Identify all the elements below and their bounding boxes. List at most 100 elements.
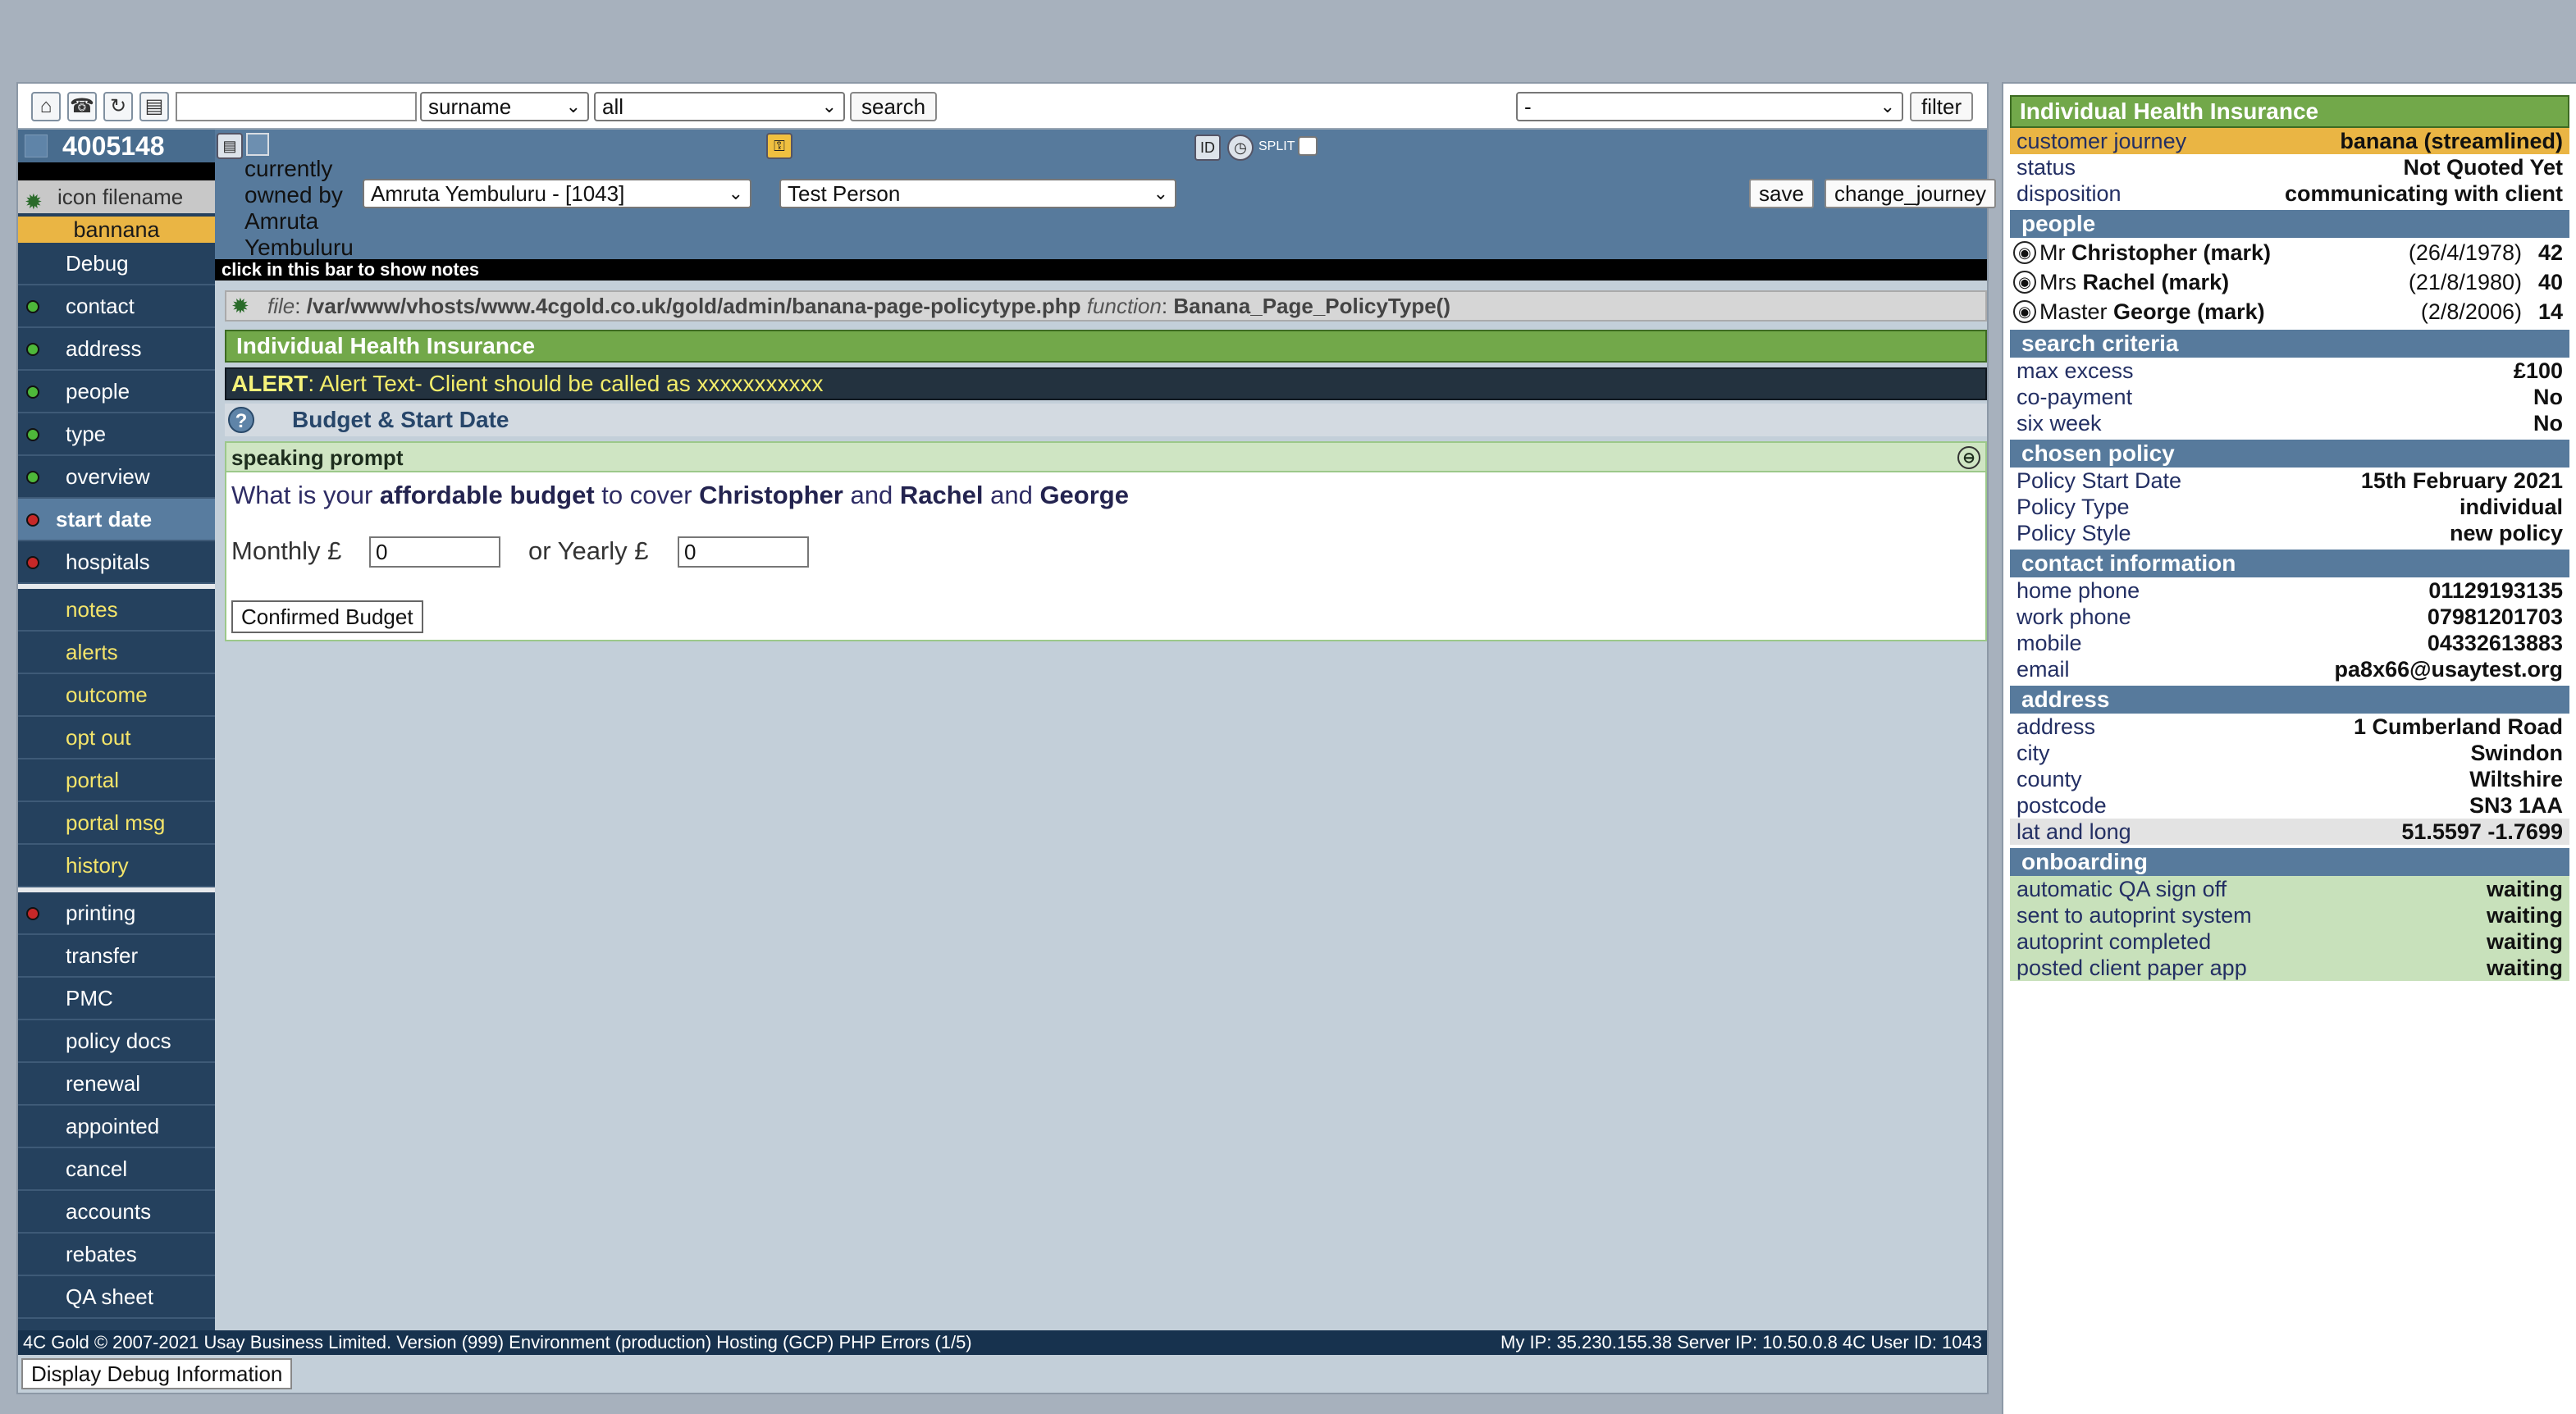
summary-row: disposition communicating with client xyxy=(2010,180,2569,207)
save-button[interactable]: save xyxy=(1749,179,1814,208)
contact-row: work phone 07981201703 xyxy=(2010,604,2569,630)
onboarding-label: automatic QA sign off xyxy=(2016,877,2227,901)
sidebar-item-cancel[interactable]: cancel xyxy=(18,1148,215,1191)
status-dot-icon xyxy=(26,343,39,356)
lock-icon[interactable]: ⚿ xyxy=(766,133,792,159)
search-field-select[interactable]: surname ⌄ xyxy=(420,92,589,121)
sidebar-item-renewal[interactable]: renewal xyxy=(18,1063,215,1106)
contact-label: email xyxy=(2016,657,2070,682)
person-row[interactable]: ◉ Mr Christopher (mark) (26/4/1978) 42 xyxy=(2010,238,2569,267)
product-title: Individual Health Insurance xyxy=(225,330,1987,363)
contact-label: work phone xyxy=(2016,604,2131,629)
filter-button[interactable]: filter xyxy=(1910,92,1974,121)
sidebar-item-accounts[interactable]: accounts xyxy=(18,1191,215,1234)
home-icon[interactable]: ⌂ xyxy=(31,92,61,121)
client-id: 4005148 xyxy=(18,130,215,162)
speaking-prompt-header: speaking prompt ⊖ xyxy=(226,443,1985,472)
sidebar-item-label: address xyxy=(66,336,142,361)
policy-value: 15th February 2021 xyxy=(2360,468,2563,493)
confirmed-budget-button[interactable]: Confirmed Budget xyxy=(231,600,423,633)
document-icon[interactable]: ▤ xyxy=(139,92,169,121)
sidebar-item-label: hospitals xyxy=(66,550,150,574)
split-label[interactable]: SPLIT xyxy=(1258,139,1295,154)
person-select[interactable]: Test Person ⌄ xyxy=(779,179,1176,208)
person-avatar-icon: ◉ xyxy=(2013,271,2036,294)
notes-toggle-icon[interactable]: ▤ xyxy=(217,133,243,159)
address-row: address 1 Cumberland Road xyxy=(2010,714,2569,740)
contact-row: home phone 01129193135 xyxy=(2010,577,2569,604)
display-debug-button[interactable]: Display Debug Information xyxy=(21,1358,293,1389)
sidebar-item-address[interactable]: address xyxy=(18,328,215,371)
person-age: 42 xyxy=(2537,240,2563,265)
summary-label: disposition xyxy=(2016,181,2122,206)
sidebar-item-pmc[interactable]: PMC xyxy=(18,978,215,1020)
search-button[interactable]: search xyxy=(850,92,938,121)
address-label: lat and long xyxy=(2016,819,2131,844)
sidebar-item-qa-sheet[interactable]: QA sheet xyxy=(18,1276,215,1319)
filter-select[interactable]: - ⌄ xyxy=(1516,92,1903,121)
contact-value: 04332613883 xyxy=(2427,631,2563,655)
person-dob: (21/8/1980) xyxy=(2408,270,2522,294)
monthly-budget-input[interactable]: 0 xyxy=(369,536,500,568)
search-scope-select[interactable]: all ⌄ xyxy=(594,92,845,121)
notes-bar[interactable]: click in this bar to show notes xyxy=(215,259,1987,281)
collapse-icon[interactable]: ⊖ xyxy=(1957,446,1980,469)
nav-divider xyxy=(18,162,215,180)
yearly-budget-input[interactable]: 0 xyxy=(678,536,809,568)
budget-question: What is your affordable budget to cover … xyxy=(231,481,1129,509)
sidebar-item-printing[interactable]: printing xyxy=(18,892,215,935)
contact-row: mobile 04332613883 xyxy=(2010,630,2569,656)
id-icon[interactable]: ID xyxy=(1194,135,1221,161)
change-journey-button[interactable]: change_journey xyxy=(1825,179,1997,208)
journey-tag: bannana xyxy=(18,217,215,243)
address-value: Wiltshire xyxy=(2469,767,2563,791)
sidebar-item-type[interactable]: type xyxy=(18,413,215,456)
owner-select[interactable]: Amruta Yembuluru - [1043] ⌄ xyxy=(363,179,751,208)
sidebar-item-people[interactable]: people xyxy=(18,371,215,413)
help-icon[interactable]: ? xyxy=(228,407,254,433)
app-window: ⌂ ☎ ↻ ▤ surname ⌄ all ⌄ search - ⌄ filter 4… xyxy=(16,82,1997,1394)
sidebar-item-appointed[interactable]: appointed xyxy=(18,1106,215,1148)
sidebar-item-contact[interactable]: contact xyxy=(18,285,215,328)
sidebar-item-opt-out[interactable]: opt out xyxy=(18,717,215,759)
sidebar-item-portal-msg[interactable]: portal msg xyxy=(18,802,215,845)
record-header: ▤ currently owned by Amruta Yembuluru ⚿ … xyxy=(215,130,1997,260)
policy-label: Policy Type xyxy=(2016,495,2130,519)
search-input[interactable] xyxy=(176,92,417,121)
sidebar-item-rebates[interactable]: rebates xyxy=(18,1234,215,1276)
sidebar-item-transfer[interactable]: transfer xyxy=(18,935,215,978)
budget-row: Monthly £ 0 or Yearly £ 0 xyxy=(231,536,1980,569)
sidebar-item-label: renewal xyxy=(66,1071,141,1096)
search-value: £100 xyxy=(2513,358,2563,383)
sidebar-item-notes[interactable]: notes xyxy=(18,589,215,632)
sidebar-item-portal[interactable]: portal xyxy=(18,759,215,802)
sidebar-item-overview[interactable]: overview xyxy=(18,456,215,499)
address-row: city Swindon xyxy=(2010,740,2569,766)
person-dob: (2/8/2006) xyxy=(2420,299,2522,324)
person-row[interactable]: ◉ Mrs Rachel (mark) (21/8/1980) 40 xyxy=(2010,267,2569,297)
bug-icon: ✹ xyxy=(25,189,43,214)
clock-icon[interactable]: ◷ xyxy=(1227,135,1254,161)
sidebar-item-history[interactable]: history xyxy=(18,845,215,887)
person-row[interactable]: ◉ Master George (mark) (2/8/2006) 14 xyxy=(2010,297,2569,326)
person-avatar-icon: ◉ xyxy=(2013,300,2036,323)
split-checkbox[interactable] xyxy=(1298,136,1318,156)
phone-icon[interactable]: ☎ xyxy=(67,92,97,121)
people-heading: people xyxy=(2010,210,2569,238)
sidebar-item-label: transfer xyxy=(66,943,139,968)
sidebar-item-outcome[interactable]: outcome xyxy=(18,674,215,717)
person-name: George (mark) xyxy=(2113,299,2265,324)
sidebar-item-label: QA sheet xyxy=(66,1284,153,1309)
sidebar-item-debug[interactable]: Debug xyxy=(18,243,215,285)
alert-bar: ALERT: Alert Text- Client should be call… xyxy=(225,367,1987,400)
sidebar-item-hospitals[interactable]: hospitals xyxy=(18,541,215,584)
bug-icon: ✹ xyxy=(231,294,249,318)
sidebar-item-policy-docs[interactable]: policy docs xyxy=(18,1020,215,1063)
sidebar-item-label: appointed xyxy=(66,1114,160,1138)
summary-value: communicating with client xyxy=(2284,181,2563,206)
refresh-icon[interactable]: ↻ xyxy=(103,92,133,121)
onboarding-label: autoprint completed xyxy=(2016,929,2212,954)
contact-value: pa8x66@usaytest.org xyxy=(2334,657,2563,682)
sidebar-item-alerts[interactable]: alerts xyxy=(18,632,215,674)
sidebar-item-start-date[interactable]: start date xyxy=(18,499,215,541)
